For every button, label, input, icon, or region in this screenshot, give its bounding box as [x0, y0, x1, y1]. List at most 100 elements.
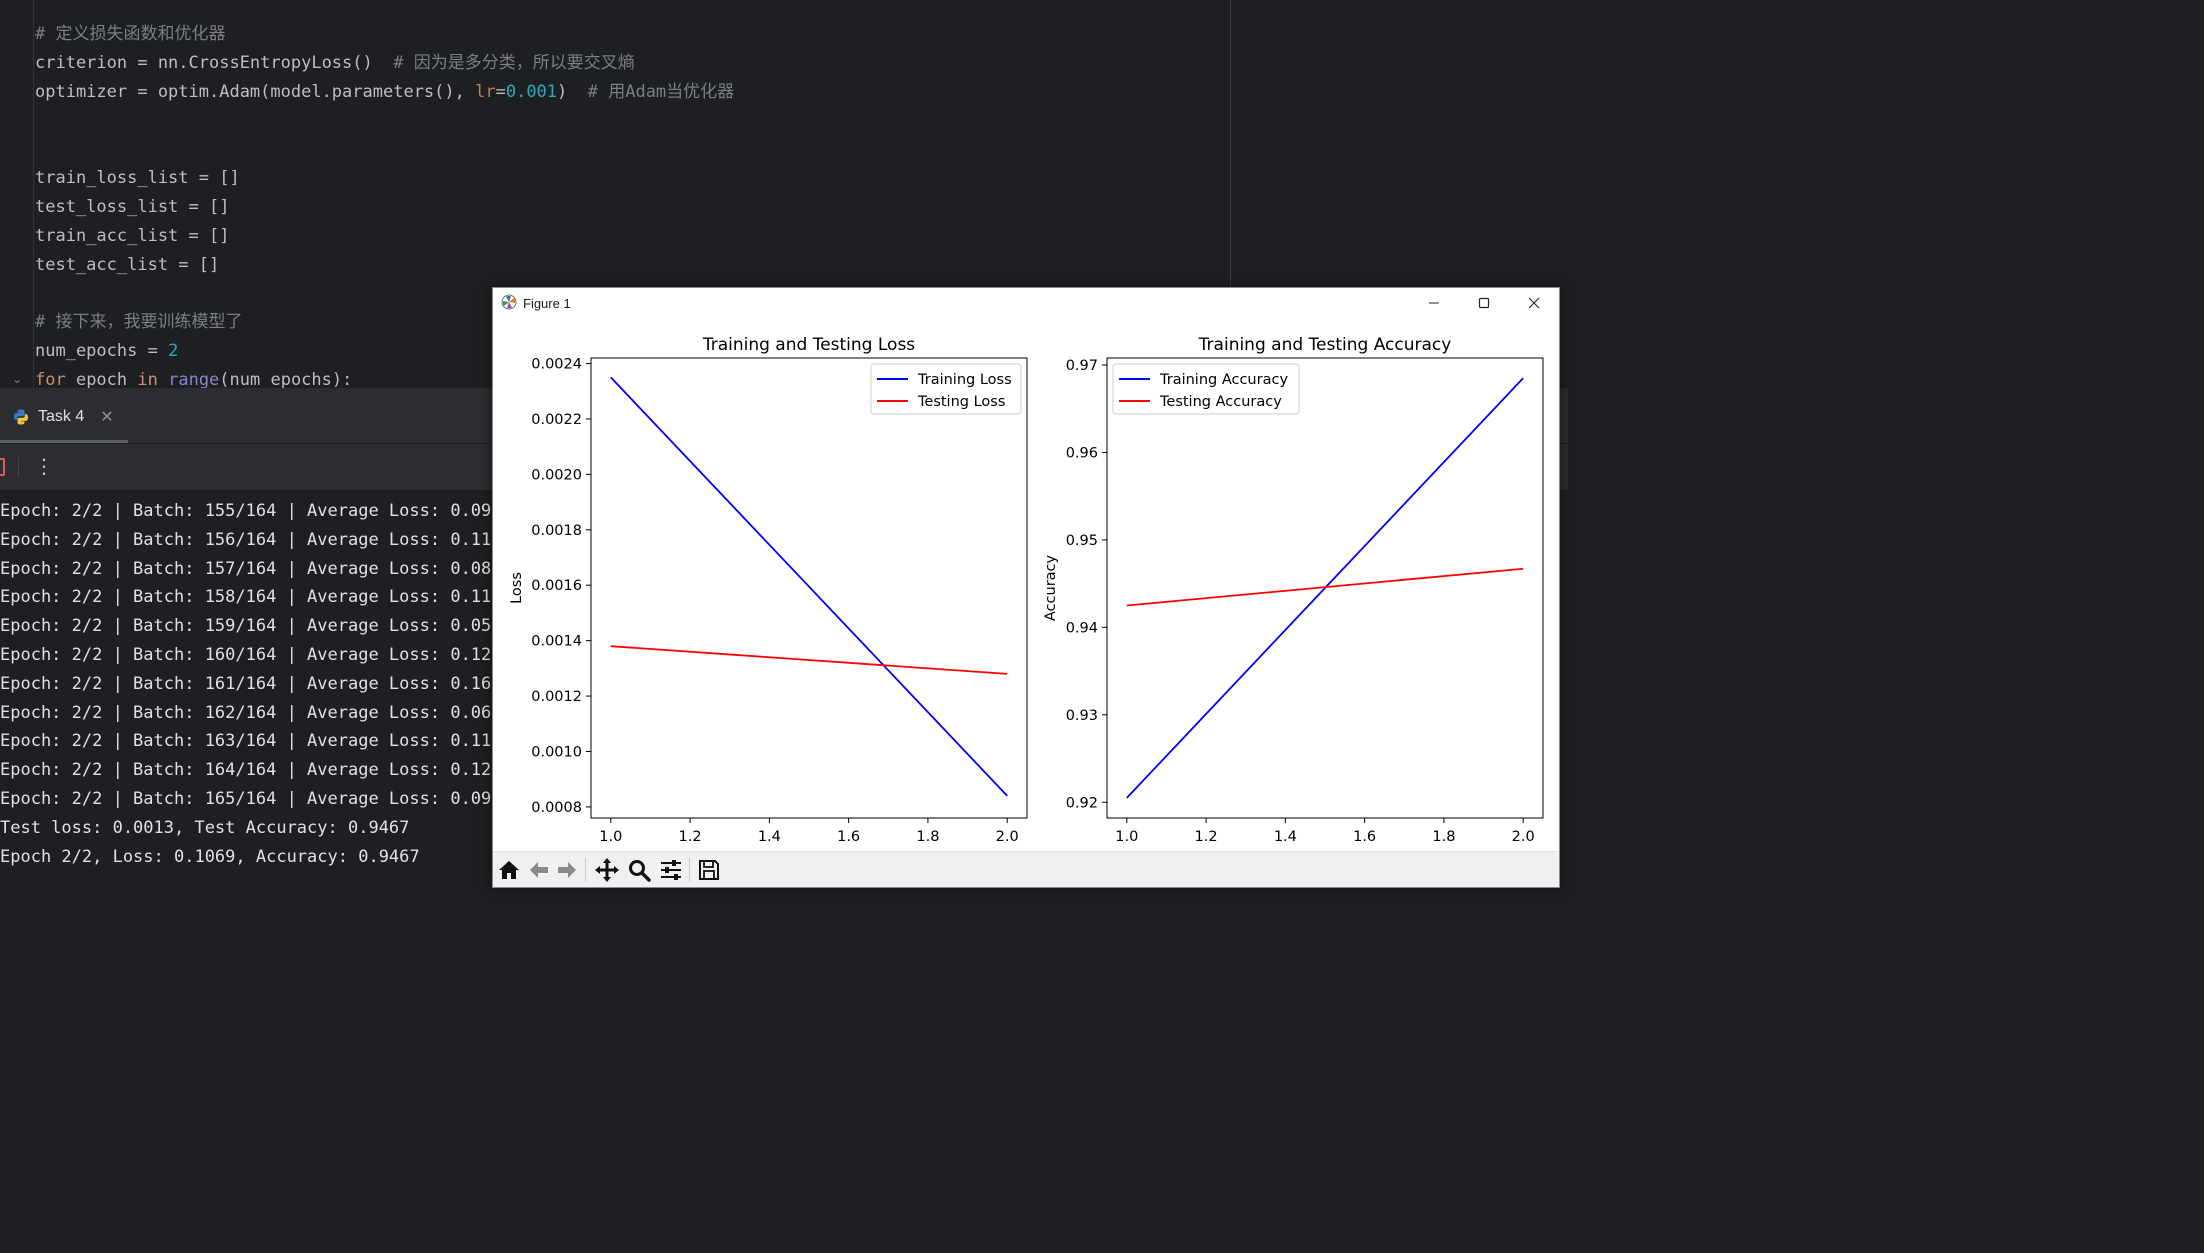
- legend-label: Testing Accuracy: [1159, 394, 1282, 410]
- console-line: Epoch: 2/2 | Batch: 157/164 | Average Lo…: [0, 558, 502, 579]
- series-line-1: [610, 376, 1008, 797]
- y-tick-label: 0.97: [1066, 358, 1098, 374]
- code-keyword: in: [137, 370, 158, 390]
- x-tick-label: 1.4: [1274, 829, 1297, 845]
- chart-2: Training and Testing Accuracy 1.0 1.2 1.4 1.…: [1043, 335, 1544, 867]
- tab-task-4[interactable]: Task 4 ✕: [12, 404, 114, 430]
- console-line: Epoch: 2/2 | Batch: 165/164 | Average Lo…: [0, 789, 502, 809]
- console-line: Test loss: 0.0013, Test Accuracy: 0.9467: [0, 817, 410, 838]
- series-line-2: [610, 645, 1008, 675]
- configure-subplots-button[interactable]: [657, 856, 685, 884]
- home-icon: [499, 861, 519, 879]
- console-line: Epoch: 2/2 | Batch: 158/164 | Average Lo…: [0, 587, 502, 608]
- python-icon: [14, 409, 28, 425]
- x-tick-label: 2.0: [996, 829, 1019, 845]
- toolbar-separator: [689, 858, 690, 882]
- zoom-icon: [629, 860, 651, 882]
- series-line-2: [1126, 567, 1524, 607]
- figure-canvas[interactable]: Training and Testing Loss 1.0 1.2 1.4 1.6 1.8…: [493, 318, 1559, 867]
- x-tick-label: 1.8: [1432, 829, 1455, 845]
- code-line-2[interactable]: criterion = nn.CrossEntropyLoss() # 因为是多…: [35, 53, 635, 73]
- code-line-1[interactable]: # 定义损失函数和优化器: [35, 24, 225, 44]
- y-axis-label: Accuracy: [1043, 554, 1059, 621]
- code-line-10[interactable]: for epoch in range(num_epochs):: [35, 370, 352, 390]
- toolbar-separator: [18, 457, 19, 477]
- code-text: (num_epochs):: [219, 370, 353, 390]
- code-comment: # 定义损失函数和优化器: [35, 24, 226, 44]
- console-line: Epoch: 2/2 | Batch: 162/164 | Average Lo…: [0, 702, 502, 723]
- code-text: epoch: [65, 370, 138, 390]
- plots-svg: Training and Testing Loss 1.0 1.2 1.4 1.6 1.8…: [509, 335, 1544, 867]
- toolbar-separator: [585, 858, 586, 882]
- code-line-8[interactable]: # 接下来，我要训练模型了: [35, 312, 242, 332]
- close-icon: [1528, 297, 1540, 309]
- code-text: num_epochs =: [35, 341, 169, 361]
- chart-legend: Training Loss Testing Loss: [870, 363, 1022, 415]
- fold-chevron-icon[interactable]: ⌄: [12, 372, 22, 386]
- minimize-button[interactable]: [1411, 288, 1457, 318]
- tab-label: Task 4: [38, 408, 85, 425]
- x-tick-label: 2.0: [1512, 829, 1535, 845]
- code-text: test_acc_list = []: [35, 255, 220, 275]
- x-tick-label: 1.6: [1353, 829, 1376, 845]
- y-tick-label: 0.0012: [531, 689, 582, 705]
- forward-icon: [558, 862, 576, 878]
- minimize-icon: [1429, 302, 1439, 304]
- code-number: 0.001: [505, 82, 558, 102]
- close-tab-icon[interactable]: ✕: [100, 407, 113, 427]
- y-tick-label: 0.0016: [531, 578, 582, 594]
- code-line-9[interactable]: num_epochs = 2: [35, 341, 178, 361]
- code-line-3[interactable]: optimizer = optim.Adam(model.parameters(…: [35, 82, 734, 102]
- figure-window[interactable]: Figure 1 Training and Testing Loss 1.0 1.2…: [492, 287, 1560, 888]
- chart-1: Training and Testing Loss 1.0 1.2 1.4 1.6 1.8…: [509, 335, 1028, 867]
- configure-subplots-icon: [661, 860, 681, 880]
- save-icon: [699, 860, 719, 880]
- figure-title: Figure 1: [523, 296, 571, 311]
- code-builtin: range: [168, 370, 220, 390]
- code-line-5[interactable]: test_loss_list = []: [35, 197, 229, 217]
- pan-button[interactable]: [593, 856, 621, 884]
- console-line: Epoch: 2/2 | Batch: 160/164 | Average Lo…: [0, 645, 502, 665]
- pan-icon: [595, 858, 619, 882]
- code-comment: # 用Adam当优化器: [567, 82, 735, 102]
- y-tick-label: 0.0010: [531, 744, 582, 760]
- code-line-7[interactable]: test_acc_list = []: [35, 255, 219, 275]
- matplotlib-icon: [501, 294, 517, 310]
- code-text: test_loss_list = []: [35, 197, 230, 217]
- code-param: lr: [475, 82, 496, 102]
- x-tick-label: 1.0: [1115, 829, 1138, 845]
- code-line-6[interactable]: train_acc_list = []: [35, 226, 229, 246]
- back-button[interactable]: [525, 856, 553, 884]
- code-comment: # 因为是多分类，所以要交叉熵: [372, 53, 635, 73]
- code-text: train_acc_list = []: [35, 226, 230, 246]
- figure-toolbar: [493, 851, 1559, 887]
- x-tick-label: 1.6: [837, 829, 860, 845]
- code-number: 2: [168, 341, 179, 361]
- maximize-button[interactable]: [1461, 288, 1507, 318]
- console-line: Epoch 2/2, Loss: 0.1069, Accuracy: 0.946…: [0, 846, 420, 867]
- zoom-button[interactable]: [625, 856, 653, 884]
- y-tick-label: 0.0022: [531, 412, 582, 428]
- save-button[interactable]: [695, 856, 723, 884]
- stop-icon[interactable]: [0, 458, 5, 476]
- close-window-button[interactable]: [1511, 288, 1557, 318]
- code-text: =: [495, 82, 506, 102]
- y-tick-label: 0.0014: [531, 634, 582, 650]
- chart-title: Training and Testing Loss: [702, 335, 915, 355]
- y-tick-label: 0.92: [1066, 795, 1098, 811]
- y-tick-label: 0.93: [1066, 708, 1098, 724]
- maximize-icon: [1478, 297, 1490, 309]
- legend-label: Testing Loss: [917, 394, 1005, 410]
- x-tick-label: 1.2: [679, 829, 702, 845]
- code-line-4[interactable]: train_loss_list = []: [35, 168, 240, 188]
- active-tab-indicator: [0, 440, 128, 443]
- y-tick-label: 0.0008: [531, 800, 582, 816]
- home-button[interactable]: [495, 856, 523, 884]
- figure-titlebar[interactable]: Figure 1: [493, 288, 1559, 318]
- x-tick-label: 1.2: [1195, 829, 1218, 845]
- y-tick-label: 0.96: [1066, 445, 1098, 461]
- code-comment: # 接下来，我要训练模型了: [35, 312, 243, 332]
- forward-button[interactable]: [553, 856, 581, 884]
- more-options-button[interactable]: ⋮: [34, 454, 54, 478]
